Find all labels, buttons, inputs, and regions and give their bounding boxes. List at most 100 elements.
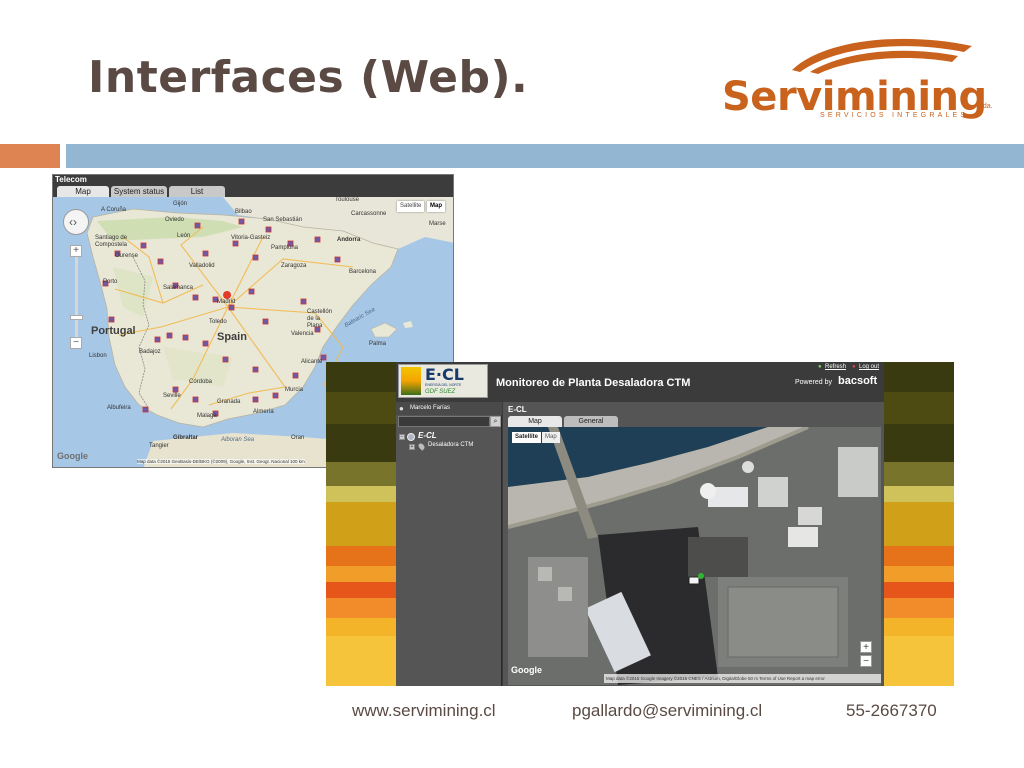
map-attribution: Map data ©2015 GeoBasis-DE/BKG (©2009), …: [137, 459, 305, 464]
map-label-san-sebastian: San Sebastián: [263, 217, 303, 223]
user-name: Marcelo Farías: [410, 405, 451, 411]
ecl-logo-image: [401, 367, 421, 395]
map-app-header: Telecom Map System status List: [53, 175, 453, 197]
logout-icon[interactable]: ●: [852, 364, 856, 370]
google-logo: Google: [57, 451, 88, 461]
tree-node-desaladora[interactable]: Desaladora CTM: [428, 442, 473, 448]
zoom-out-button[interactable]: −: [860, 655, 872, 667]
map-label-gijon: Gijón: [173, 201, 188, 207]
map-label-granada: Granada: [217, 399, 241, 405]
decorative-color-stripes-left: [326, 362, 396, 686]
ecl-logo-line1: ENERGÍA DEL NORTE: [425, 383, 462, 387]
ecl-logo: E·CL ENERGÍA DEL NORTE GDF SUEZ: [398, 364, 488, 398]
tree-expand-icon[interactable]: +: [409, 444, 415, 450]
map-label-seville: Seville: [163, 393, 181, 399]
map-label-lisbon: Lisbon: [89, 353, 107, 359]
powered-by-label: Powered by: [795, 379, 832, 386]
map-label-oviedo: Oviedo: [165, 217, 185, 223]
breadcrumb: E-CL: [508, 405, 527, 414]
map-label-a-coruna: A Coruña: [101, 207, 127, 213]
plant-app-header: E·CL ENERGÍA DEL NORTE GDF SUEZ Monitore…: [396, 362, 884, 402]
map-type-satellite-button[interactable]: Satellite: [397, 201, 425, 212]
zoom-slider-handle[interactable]: [70, 315, 83, 320]
map-app-name: Telecom: [55, 175, 87, 184]
map-label-toulouse: Toulouse: [335, 197, 360, 203]
bacsoft-brand: bacsoft: [838, 375, 878, 387]
zoom-in-button[interactable]: +: [70, 245, 82, 257]
map-label-murcia: Murcia: [285, 387, 304, 393]
search-icon[interactable]: ⌕: [490, 416, 501, 427]
decorative-color-stripes-right: [884, 362, 954, 686]
logout-link[interactable]: Log out: [859, 364, 879, 370]
logo-tagline: SERVICIOS INTEGRALES: [820, 112, 969, 119]
ecl-logo-word: E·CL: [425, 365, 464, 384]
location-pin-icon: [417, 442, 426, 451]
map-label-porto: Porto: [103, 279, 118, 285]
accent-band-orange: [0, 144, 60, 168]
map-label-almeria: Almería: [253, 409, 274, 415]
footer-website: www.servimining.cl: [352, 701, 496, 720]
tab-system-status[interactable]: System status: [111, 186, 167, 197]
servimining-logo: Servimining Ltda. SERVICIOS INTEGRALES: [716, 32, 996, 132]
map-label-alboran-sea: Alboran Sea: [221, 437, 255, 443]
map-label-toledo: Toledo: [209, 319, 227, 325]
logo-swoosh-icon: [792, 38, 972, 74]
globe-icon: [407, 433, 415, 441]
satellite-imagery: [508, 427, 881, 685]
map-label-santiago: Santiago de Compostela: [95, 235, 128, 248]
plant-sidebar: ● Marcelo Farías ⌕ − E-CL + Desaladora C…: [396, 402, 502, 686]
map-label-alicante: Alicante: [301, 359, 323, 365]
map-label-andorra: Andorra: [337, 237, 361, 243]
pan-control-icon[interactable]: [63, 209, 89, 235]
zoom-in-button[interactable]: +: [860, 641, 872, 653]
ecl-logo-line2: GDF SUEZ: [425, 389, 456, 395]
tree-search-input[interactable]: [398, 416, 490, 427]
accent-band-blue: [66, 144, 1024, 168]
refresh-icon[interactable]: ●: [818, 364, 822, 370]
map-label-albufeira: Albufeira: [107, 405, 131, 411]
map-label-vitoria: Vitoria-Gasteiz: [231, 235, 271, 241]
map-label-ourense: Ourense: [115, 253, 139, 259]
zoom-out-button[interactable]: −: [70, 337, 82, 349]
user-icon: ●: [399, 404, 404, 413]
user-row: ● Marcelo Farías: [396, 402, 502, 415]
satellite-map[interactable]: Satellite Map + − Google Map data ©2015 …: [508, 427, 881, 685]
map-label-bilbao: Bilbao: [235, 209, 252, 215]
footer-email: pgallardo@servimining.cl: [572, 701, 763, 720]
map-label-marseille: Marse: [429, 221, 446, 227]
map-label-leon: León: [177, 233, 191, 239]
tab-list[interactable]: List: [169, 186, 225, 197]
tree-node-ecl[interactable]: E-CL: [418, 431, 437, 440]
map-label-spain: Spain: [217, 331, 247, 343]
plant-monitor-screenshot: E·CL ENERGÍA DEL NORTE GDF SUEZ Monitore…: [326, 362, 954, 686]
map-label-oran: Oran: [291, 435, 305, 441]
slide-title: Interfaces (Web).: [88, 52, 529, 103]
plant-app-title: Monitoreo de Planta Desaladora CTM: [496, 377, 691, 389]
map-label-pamplona: Pamplona: [271, 245, 299, 251]
map-type-map-button[interactable]: Map: [427, 201, 445, 212]
tab-general[interactable]: General: [564, 416, 618, 427]
map-label-castellon: Castellón de la Plana: [307, 309, 333, 329]
map-label-portugal: Portugal: [91, 325, 136, 337]
map-label-badajoz: Badajoz: [139, 349, 161, 355]
map-label-barcelona: Barcelona: [349, 269, 377, 275]
google-logo: Google: [511, 665, 542, 675]
map-label-palma: Palma: [369, 341, 387, 347]
map-label-salamanca: Salamanca: [163, 285, 194, 291]
map-type-map-button[interactable]: Map: [542, 432, 560, 443]
tab-map[interactable]: Map: [508, 416, 562, 427]
plant-main-panel: E-CL Map General Satellite Map + − Googl…: [503, 402, 884, 686]
zoom-slider-track[interactable]: [75, 245, 78, 349]
map-type-satellite-button[interactable]: Satellite: [512, 432, 542, 443]
map-label-valencia: Valencia: [291, 331, 314, 337]
tab-map[interactable]: Map: [57, 186, 109, 197]
map-label-gibraltar: Gibraltar: [173, 435, 199, 441]
logo-suffix: Ltda.: [977, 103, 993, 110]
refresh-link[interactable]: Refresh: [825, 364, 846, 370]
map-label-madrid: Madrid: [217, 299, 236, 305]
tree-collapse-icon[interactable]: −: [399, 434, 405, 440]
map-label-zaragoza: Zaragoza: [281, 263, 307, 269]
map-label-tangier: Tangier: [149, 443, 169, 449]
footer-phone: 55-2667370: [846, 701, 937, 720]
map-attribution: Map data ©2015 Google Imagery ©2015 CNES…: [604, 674, 881, 683]
